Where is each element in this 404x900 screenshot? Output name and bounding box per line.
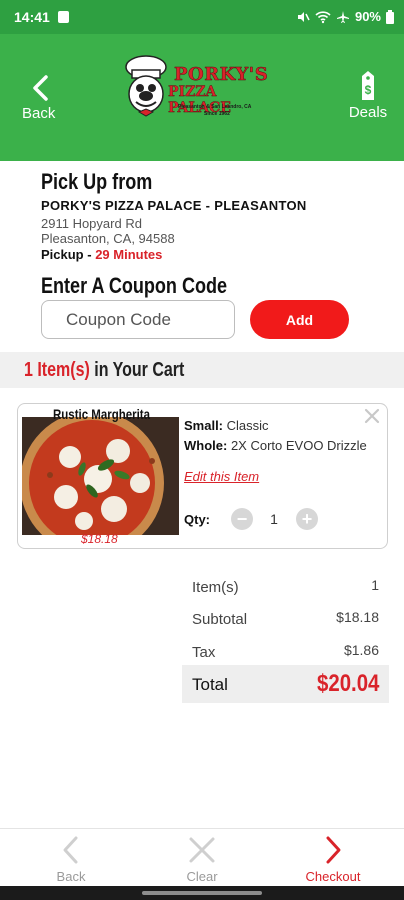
totals-subtotal-row: Subtotal $18.18: [182, 604, 389, 634]
bottom-nav: Back Clear Checkout: [0, 828, 404, 886]
chef-mascot-icon: [125, 55, 167, 117]
pizza-image: [22, 417, 179, 535]
item-whole-option: Whole: 2X Corto EVOO Drizzle: [184, 438, 374, 453]
nav-back-label: Back: [56, 869, 86, 884]
item-name: Rustic Margherita: [53, 406, 150, 422]
header-deals-button[interactable]: $ Deals: [344, 70, 392, 124]
qty-increase-button[interactable]: +: [296, 508, 318, 530]
nav-checkout-button[interactable]: Checkout: [266, 829, 400, 887]
chevron-right-icon: [326, 836, 341, 864]
totals-total-row: Total $20.04: [182, 665, 389, 703]
mute-icon: [297, 11, 310, 22]
store-address: 2911 Hopyard Rd Pleasanton, CA, 94588: [41, 216, 175, 246]
qty-label: Qty:: [184, 512, 210, 527]
cart-title: 1 Item(s) in Your Cart: [24, 359, 184, 382]
restaurant-logo: PORKY'S PIZZA PALACE Pleasanton & San Le…: [122, 54, 282, 126]
status-icons: 90%: [296, 9, 394, 24]
pickup-time-label: Pickup -: [41, 247, 92, 262]
add-coupon-button[interactable]: Add: [250, 300, 349, 339]
close-icon: [364, 408, 380, 424]
pickup-title: Pick Up from: [41, 169, 153, 194]
nav-back-button[interactable]: Back: [4, 829, 138, 887]
wifi-icon: [315, 10, 331, 23]
close-icon: [189, 837, 215, 863]
chevron-left-icon: [63, 836, 78, 864]
home-gesture-handle[interactable]: [142, 891, 262, 895]
airplane-icon: [336, 10, 349, 23]
coupon-title: Enter A Coupon Code: [41, 273, 228, 298]
cart-title-suffix: in Your Cart: [94, 359, 185, 381]
totals-subtotal-value: $18.18: [336, 609, 379, 625]
battery-icon: [386, 9, 394, 24]
status-time: 14:41: [14, 9, 50, 25]
remove-item-button[interactable]: [363, 407, 381, 425]
totals-total-value: $20.04: [316, 670, 379, 697]
header-back-button[interactable]: Back: [18, 74, 64, 126]
totals-tax-row: Tax $1.86: [182, 637, 389, 667]
store-address-line1: 2911 Hopyard Rd: [41, 216, 142, 231]
item-whole-value: 2X Corto EVOO Drizzle: [230, 438, 367, 453]
item-size-label: Small:: [184, 418, 224, 433]
totals-items-label: Item(s): [192, 579, 239, 596]
edit-item-link[interactable]: Edit this Item: [184, 469, 259, 484]
pizza-photo: [22, 417, 179, 535]
header-deals-label: Deals: [348, 104, 388, 121]
logo-since: Since 1962: [204, 111, 230, 117]
logo-locations: Pleasanton & San Leandro, CA: [178, 104, 252, 110]
totals-total-label: Total: [192, 675, 228, 694]
logo-text-porkys: PORKY'S: [174, 64, 269, 86]
item-size-value: Classic: [226, 418, 269, 433]
item-whole-label: Whole:: [184, 438, 228, 453]
app-notification-icon: [58, 11, 69, 23]
battery-percent: 90%: [354, 9, 381, 24]
coupon-code-input[interactable]: [41, 300, 235, 339]
totals-subtotal-label: Subtotal: [192, 611, 248, 628]
item-size-option: Small: Classic: [184, 418, 269, 433]
store-name: PORKY'S PIZZA PALACE - PLEASANTON: [41, 198, 307, 213]
header-back-label: Back: [22, 105, 56, 122]
status-bar: 14:41 90%: [0, 0, 404, 34]
totals-items-row: Item(s) 1: [182, 572, 389, 602]
nav-clear-button[interactable]: Clear: [135, 829, 269, 887]
totals-items-value: 1: [371, 577, 379, 593]
pickup-time: Pickup - 29 Minutes: [41, 247, 162, 262]
totals-tax-label: Tax: [192, 644, 216, 661]
app-header: Back PORKY'S PIZZA PALACE Pleasanton & S…: [0, 34, 404, 161]
nav-checkout-label: Checkout: [305, 869, 361, 884]
price-tag-icon: $: [362, 71, 374, 100]
nav-clear-label: Clear: [186, 869, 218, 884]
cart-item-count: 1 Item(s): [24, 359, 90, 381]
cart-item-card: Rustic Margherita $18.18 Small: Classic …: [17, 403, 388, 549]
qty-value: 1: [270, 511, 278, 527]
store-address-line2: Pleasanton, CA, 94588: [41, 231, 175, 246]
qty-decrease-button[interactable]: −: [231, 508, 253, 530]
pickup-time-value: 29 Minutes: [95, 247, 163, 262]
svg-text:$: $: [365, 83, 372, 97]
gesture-bar: [0, 886, 404, 900]
totals-tax-value: $1.86: [343, 642, 379, 658]
item-price: $18.18: [81, 532, 118, 546]
chevron-left-icon: [33, 75, 48, 101]
cart-header: 1 Item(s) in Your Cart: [0, 352, 404, 388]
